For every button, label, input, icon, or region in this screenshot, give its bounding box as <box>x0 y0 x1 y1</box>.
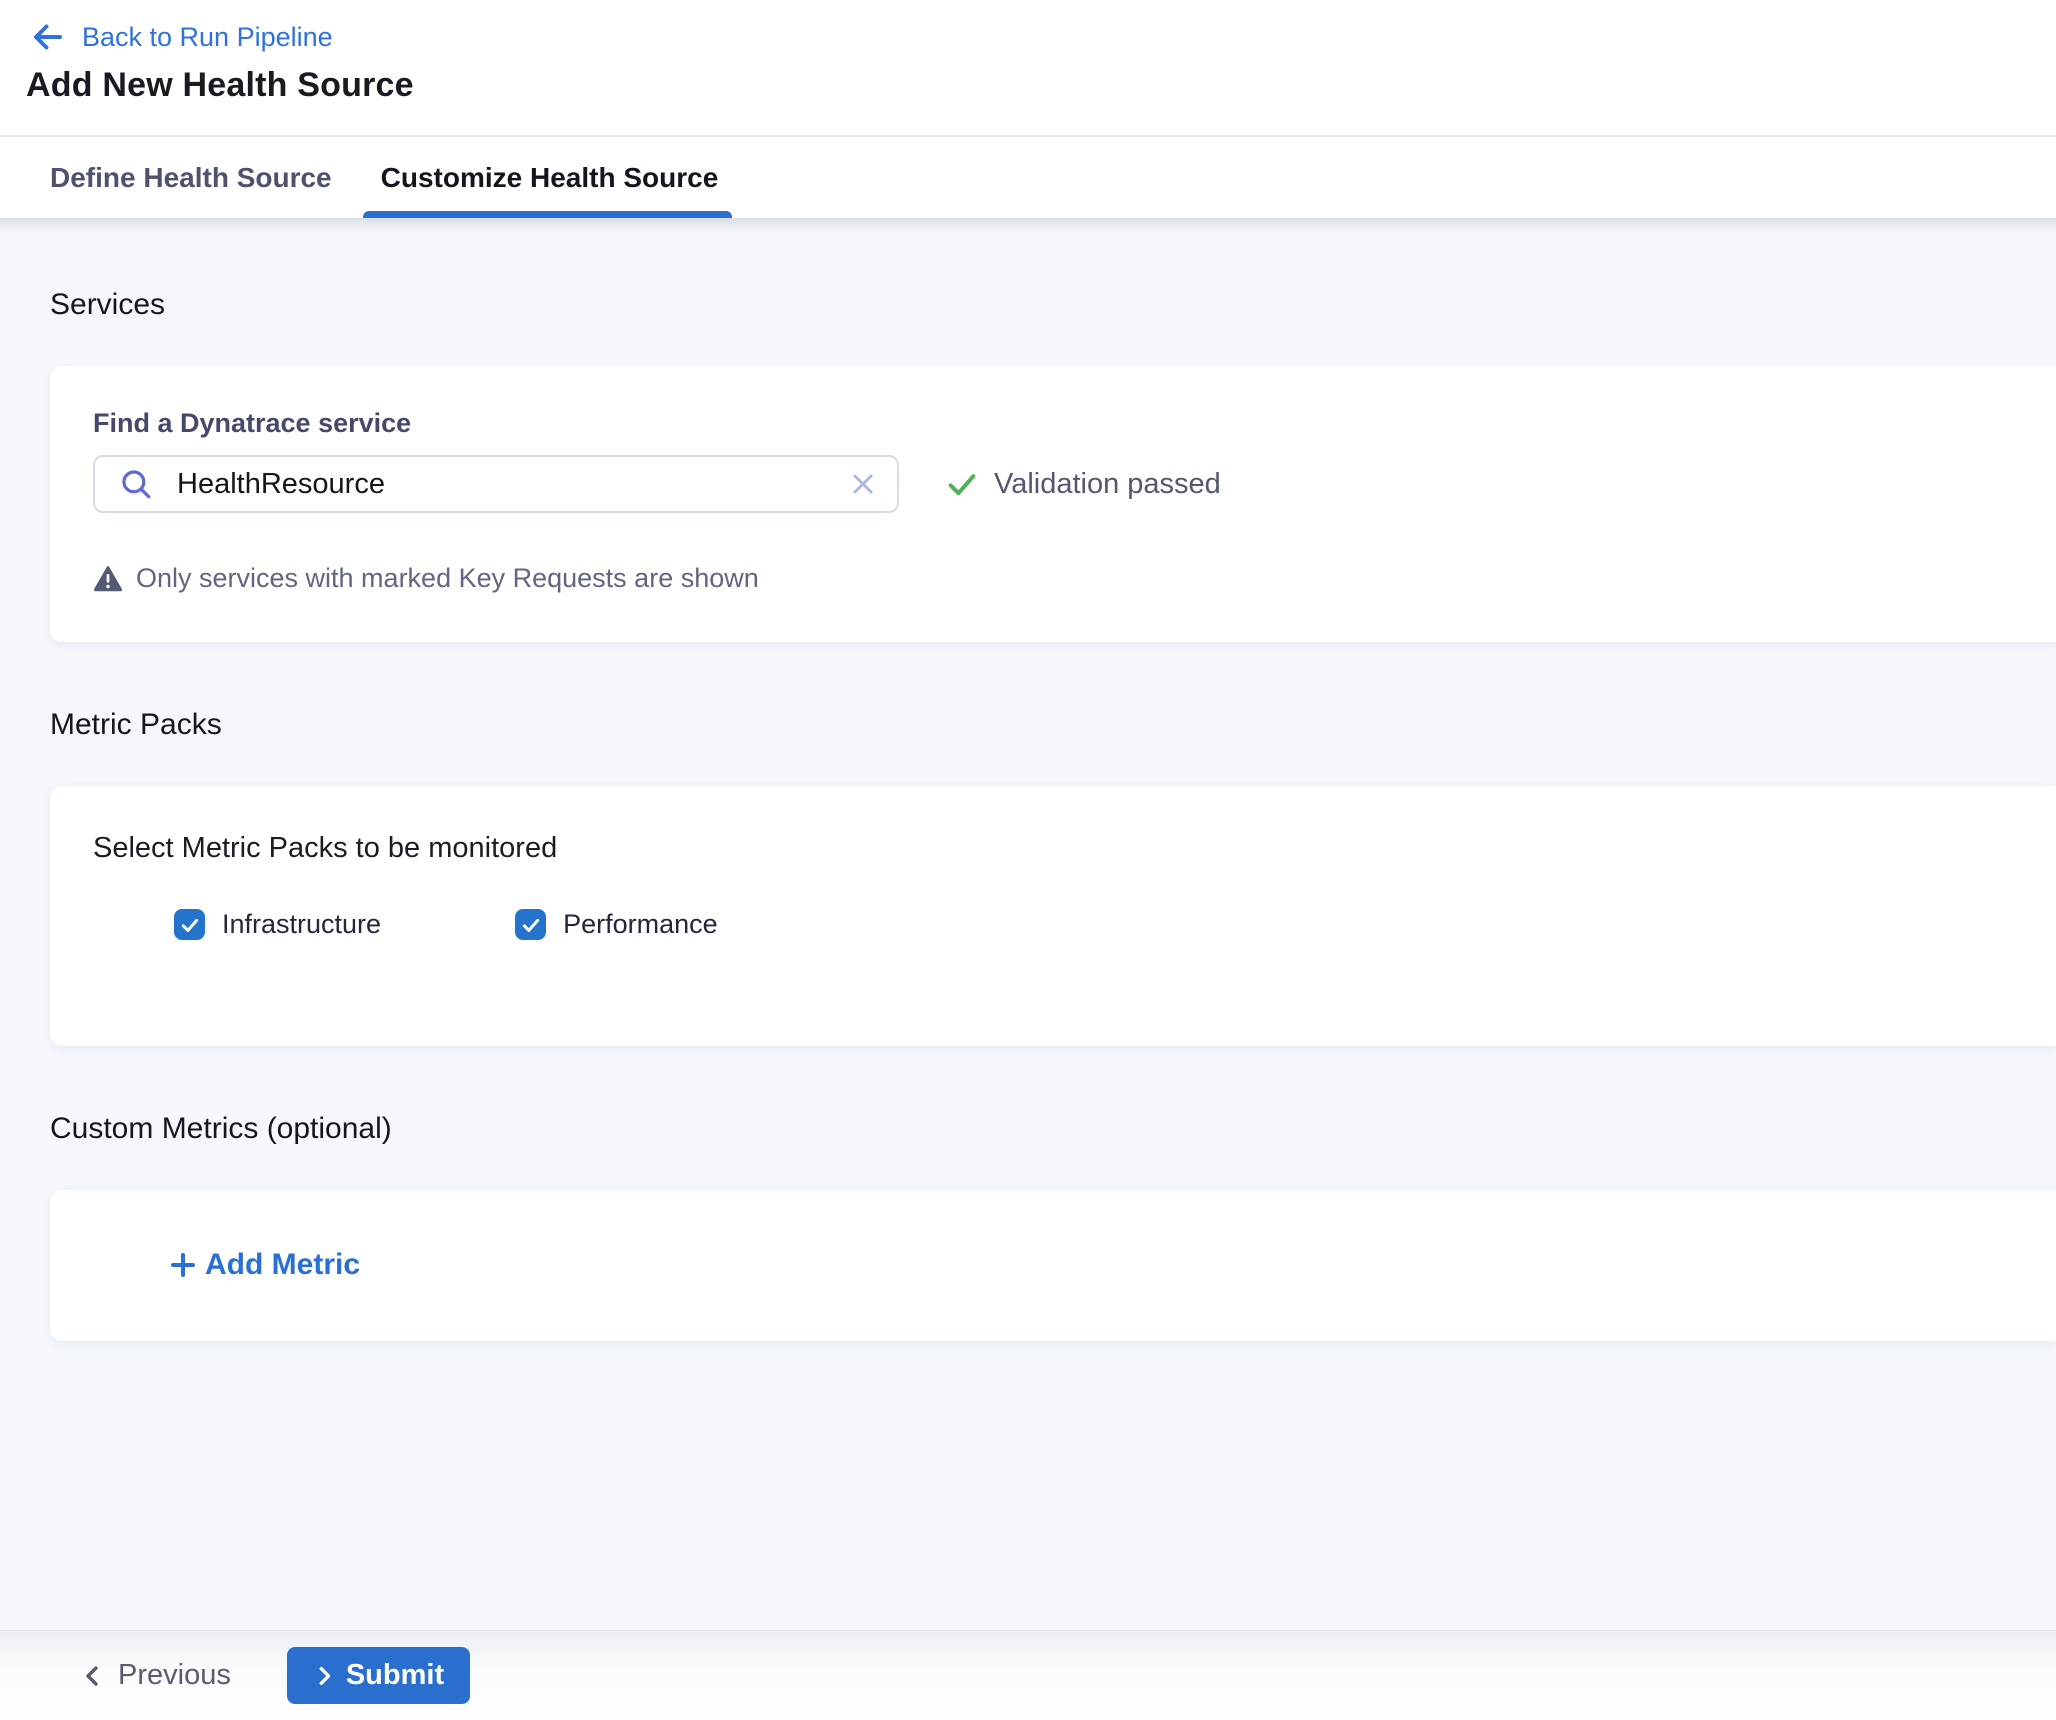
chevron-left-icon <box>81 1661 105 1691</box>
services-card: Find a Dynatrace service <box>50 366 2056 642</box>
custom-metrics-card: Add Metric <box>50 1190 2056 1341</box>
metric-packs-card: Select Metric Packs to be monitored Infr… <box>50 786 2056 1046</box>
add-metric-button[interactable]: Add Metric <box>168 1248 360 1282</box>
metric-packs-subtitle: Select Metric Packs to be monitored <box>93 832 2016 865</box>
previous-label: Previous <box>118 1659 231 1692</box>
validation-text: Validation passed <box>994 468 1221 501</box>
back-to-run-pipeline-link[interactable]: Back to Run Pipeline <box>26 16 333 58</box>
search-icon <box>119 467 153 501</box>
validation-status: Validation passed <box>945 467 1221 501</box>
custom-metrics-heading: Custom Metrics (optional) <box>50 1112 2056 1146</box>
find-service-label: Find a Dynatrace service <box>93 408 2016 439</box>
checkbox-icon <box>174 909 205 940</box>
warning-icon <box>93 565 123 593</box>
checkbox-label: Infrastructure <box>222 909 381 940</box>
checkbox-label: Performance <box>563 909 718 940</box>
services-heading: Services <box>50 288 2056 322</box>
plus-icon <box>168 1250 198 1280</box>
service-search-input[interactable] <box>175 467 849 502</box>
checkbox-performance[interactable]: Performance <box>515 909 718 940</box>
clear-search-icon[interactable] <box>849 470 877 498</box>
health-source-tabs: Define Health Source Customize Health So… <box>0 137 2056 218</box>
metric-packs-heading: Metric Packs <box>50 708 2056 742</box>
check-icon <box>945 467 979 501</box>
previous-button[interactable]: Previous <box>81 1659 231 1692</box>
services-warning: Only services with marked Key Requests a… <box>93 563 2016 594</box>
arrow-left-icon <box>30 19 66 55</box>
checkbox-infrastructure[interactable]: Infrastructure <box>174 909 381 940</box>
tab-define-health-source[interactable]: Define Health Source <box>50 137 332 218</box>
add-metric-label: Add Metric <box>205 1248 360 1282</box>
submit-button[interactable]: Submit <box>287 1647 470 1704</box>
chevron-right-icon <box>313 1662 335 1690</box>
page-title: Add New Health Source <box>26 66 2056 105</box>
metric-pack-options: Infrastructure Performance <box>93 909 2016 940</box>
service-search-box <box>93 455 899 513</box>
back-link-label: Back to Run Pipeline <box>82 22 333 53</box>
submit-label: Submit <box>346 1659 444 1692</box>
checkbox-icon <box>515 909 546 940</box>
tab-customize-health-source[interactable]: Customize Health Source <box>381 137 719 218</box>
wizard-footer: Previous Submit <box>0 1630 2056 1720</box>
page-header: Back to Run Pipeline Add New Health Sour… <box>0 0 2056 137</box>
warning-text: Only services with marked Key Requests a… <box>136 563 759 594</box>
customize-health-source-panel: Services Find a Dynatrace service <box>0 218 2056 1630</box>
